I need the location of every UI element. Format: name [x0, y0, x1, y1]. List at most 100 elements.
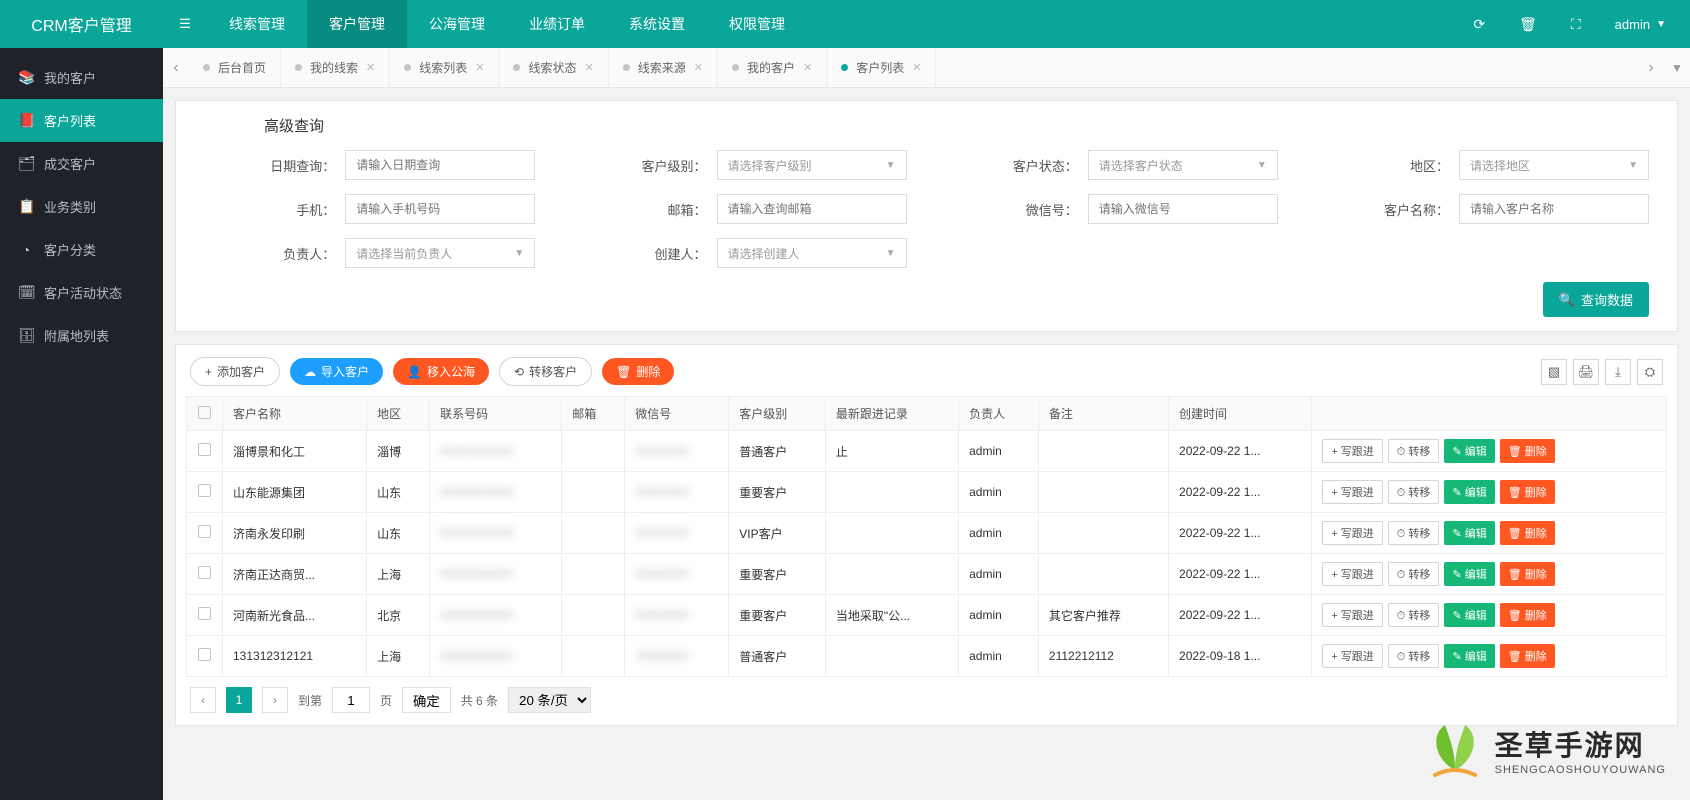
tab-close-icon[interactable]: ✕ — [475, 61, 484, 74]
move-to-sea-button[interactable]: 👤移入公海 — [393, 358, 489, 385]
tab-close-icon[interactable]: ✕ — [912, 61, 921, 74]
sidebar-item-3[interactable]: 📋业务类别 — [0, 185, 163, 228]
sidebar-toggle-icon[interactable]: ☰ — [163, 16, 207, 32]
row-checkbox[interactable] — [187, 636, 223, 677]
user-menu[interactable]: admin ▼ — [1615, 17, 1666, 32]
row-transfer[interactable]: ⏱ 转移 — [1388, 644, 1440, 668]
row-write-follow[interactable]: + 写跟进 — [1322, 480, 1382, 504]
row-checkbox[interactable] — [187, 595, 223, 636]
tab-close-icon[interactable]: ✕ — [366, 61, 375, 74]
row-edit[interactable]: ✎ 编辑 — [1444, 480, 1494, 504]
cell-follow — [825, 513, 958, 554]
th-checkbox[interactable] — [187, 397, 223, 431]
cell-email — [562, 513, 625, 554]
row-checkbox[interactable] — [187, 554, 223, 595]
page-input[interactable] — [332, 687, 370, 713]
sidebar-item-1[interactable]: 📕客户列表 — [0, 99, 163, 142]
import-customer-button[interactable]: ☁导入客户 — [290, 358, 383, 385]
caret-down-icon: ▼ — [514, 248, 524, 259]
search-select-owner[interactable]: 请选择当前负责人▼ — [345, 238, 535, 268]
sidebar-item-0[interactable]: 📚我的客户 — [0, 56, 163, 99]
tab-close-icon[interactable]: ✕ — [803, 61, 812, 74]
row-delete[interactable]: 🗑 删除 — [1500, 644, 1555, 668]
page-tab-6[interactable]: 客户列表✕ — [827, 48, 936, 87]
nav-item-2[interactable]: 公海管理 — [407, 0, 507, 48]
sidebar-item-6[interactable]: 🗄附属地列表 — [0, 314, 163, 357]
page-tab-1[interactable]: 我的线索✕ — [281, 48, 390, 87]
row-transfer[interactable]: ⏱ 转移 — [1388, 439, 1440, 463]
row-delete[interactable]: 🗑 删除 — [1500, 521, 1555, 545]
search-input-wechat[interactable] — [1088, 194, 1278, 224]
add-customer-button[interactable]: +添加客户 — [190, 357, 280, 386]
tabs-prev-icon[interactable]: ‹ — [163, 59, 189, 77]
search-input-phone[interactable] — [345, 194, 535, 224]
row-transfer[interactable]: ⏱ 转移 — [1388, 521, 1440, 545]
row-edit[interactable]: ✎ 编辑 — [1444, 439, 1494, 463]
page-tab-0[interactable]: 后台首页 — [189, 48, 281, 87]
query-button[interactable]: 🔍 查询数据 — [1543, 282, 1649, 317]
page-size-select[interactable]: 20 条/页 — [508, 687, 591, 713]
row-checkbox[interactable] — [187, 472, 223, 513]
row-transfer[interactable]: ⏱ 转移 — [1388, 603, 1440, 627]
row-edit[interactable]: ✎ 编辑 — [1444, 521, 1494, 545]
search-input-name[interactable] — [1459, 194, 1649, 224]
top-nav: 线索管理客户管理公海管理业绩订单系统设置权限管理 — [207, 0, 807, 48]
header-right: ⟳ 🗑 ⛶ admin ▼ — [1473, 16, 1690, 33]
page-confirm-button[interactable]: 确定 — [402, 687, 451, 713]
caret-down-icon: ▼ — [886, 160, 896, 171]
row-edit[interactable]: ✎ 编辑 — [1444, 603, 1494, 627]
tab-close-icon[interactable]: ✕ — [694, 61, 703, 74]
page-tab-5[interactable]: 我的客户✕ — [718, 48, 827, 87]
row-delete[interactable]: 🗑 删除 — [1500, 480, 1555, 504]
row-write-follow[interactable]: + 写跟进 — [1322, 603, 1382, 627]
page-1[interactable]: 1 — [226, 687, 252, 713]
page-next[interactable]: › — [262, 687, 288, 713]
trash-icon[interactable]: 🗑 — [1519, 16, 1537, 33]
row-delete[interactable]: 🗑 删除 — [1500, 603, 1555, 627]
page-tab-4[interactable]: 线索来源✕ — [609, 48, 718, 87]
print-icon[interactable]: 🖨 — [1573, 359, 1599, 385]
nav-item-3[interactable]: 业绩订单 — [507, 0, 607, 48]
row-write-follow[interactable]: + 写跟进 — [1322, 521, 1382, 545]
delete-button[interactable]: 🗑删除 — [602, 358, 674, 385]
tabs-next-icon[interactable]: › — [1638, 59, 1664, 77]
transfer-customer-button[interactable]: ⟲转移客户 — [499, 357, 592, 386]
search-input-email[interactable] — [717, 194, 907, 224]
row-delete[interactable]: 🗑 删除 — [1500, 439, 1555, 463]
row-edit[interactable]: ✎ 编辑 — [1444, 562, 1494, 586]
page-tab-2[interactable]: 线索列表✕ — [390, 48, 499, 87]
page-tab-3[interactable]: 线索状态✕ — [499, 48, 608, 87]
settings-icon[interactable]: ⛭ — [1637, 359, 1663, 385]
search-select-level[interactable]: 请选择客户级别▼ — [717, 150, 907, 180]
search-select-creator[interactable]: 请选择创建人▼ — [717, 238, 907, 268]
tabs-menu-icon[interactable]: ▼ — [1664, 61, 1690, 75]
row-delete[interactable]: 🗑 删除 — [1500, 562, 1555, 586]
nav-item-5[interactable]: 权限管理 — [707, 0, 807, 48]
sidebar-item-5[interactable]: 🗓客户活动状态 — [0, 271, 163, 314]
nav-item-1[interactable]: 客户管理 — [307, 0, 407, 48]
row-transfer[interactable]: ⏱ 转移 — [1388, 480, 1440, 504]
row-checkbox[interactable] — [187, 513, 223, 554]
tab-close-icon[interactable]: ✕ — [585, 61, 594, 74]
row-checkbox[interactable] — [187, 431, 223, 472]
nav-item-4[interactable]: 系统设置 — [607, 0, 707, 48]
top-header: CRM客户管理 ☰ 线索管理客户管理公海管理业绩订单系统设置权限管理 ⟳ 🗑 ⛶… — [0, 0, 1690, 48]
refresh-icon[interactable]: ⟳ — [1473, 16, 1485, 33]
cell-phone: 00000000000 — [430, 513, 562, 554]
row-write-follow[interactable]: + 写跟进 — [1322, 644, 1382, 668]
search-select-area[interactable]: 请选择地区▼ — [1459, 150, 1649, 180]
row-write-follow[interactable]: + 写跟进 — [1322, 439, 1382, 463]
row-edit[interactable]: ✎ 编辑 — [1444, 644, 1494, 668]
sidebar-item-2[interactable]: 🗂成交客户 — [0, 142, 163, 185]
fullscreen-icon[interactable]: ⛶ — [1571, 16, 1581, 33]
search-field-area: 地区：请选择地区▼ — [1318, 150, 1649, 180]
columns-icon[interactable]: ▧ — [1541, 359, 1567, 385]
page-prev[interactable]: ‹ — [190, 687, 216, 713]
row-transfer[interactable]: ⏱ 转移 — [1388, 562, 1440, 586]
nav-item-0[interactable]: 线索管理 — [207, 0, 307, 48]
search-select-status[interactable]: 请选择客户状态▼ — [1088, 150, 1278, 180]
row-write-follow[interactable]: + 写跟进 — [1322, 562, 1382, 586]
sidebar-item-4[interactable]: ◔客户分类 — [0, 228, 163, 271]
search-input-date[interactable] — [345, 150, 535, 180]
export-icon[interactable]: ⤓ — [1605, 359, 1631, 385]
